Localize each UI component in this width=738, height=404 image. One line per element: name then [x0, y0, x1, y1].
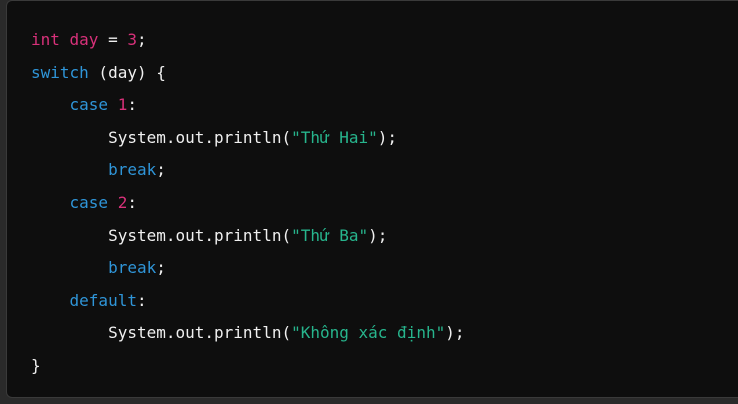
code-line-7: System.out.println("Thứ Ba");: [31, 220, 464, 253]
string-literal: "Thứ Hai": [291, 127, 378, 147]
semicolon: ;: [156, 258, 166, 278]
code-line-6: case 2:: [31, 187, 464, 220]
string-literal: "Thứ Ba": [291, 225, 369, 245]
break-keyword: break: [108, 258, 157, 278]
number-literal: 2: [117, 192, 128, 212]
call-end: );: [445, 323, 465, 343]
operator: =: [108, 30, 118, 49]
code-line-10: System.out.println("Không xác định");: [31, 317, 464, 350]
code-line-3: case 1:: [31, 89, 464, 122]
colon: :: [127, 192, 137, 212]
string-literal: "Không xác định": [291, 323, 446, 343]
semicolon: ;: [137, 30, 147, 49]
call-end: );: [368, 225, 388, 245]
method-call: System.out.println(: [108, 127, 292, 147]
number-literal: 1: [117, 95, 128, 115]
code-block: int day = 3; switch (day) { case 1: Syst…: [6, 0, 738, 398]
variable-name: day: [59, 30, 109, 49]
closing-brace: }: [31, 355, 41, 375]
code-line-11: }: [31, 350, 464, 383]
break-keyword: break: [108, 160, 157, 180]
code-line-8: break;: [31, 252, 464, 285]
default-keyword: default: [69, 290, 137, 310]
type-keyword: int: [31, 30, 60, 49]
switch-expression: (day) {: [88, 62, 166, 82]
code-line-4: System.out.println("Thứ Hai");: [31, 122, 464, 155]
number-literal: 3: [127, 30, 137, 49]
code-line-2: switch (day) {: [31, 57, 464, 90]
colon: :: [127, 95, 137, 115]
method-call: System.out.println(: [108, 225, 292, 245]
colon: :: [136, 290, 147, 310]
call-end: );: [377, 127, 398, 147]
method-call: System.out.println(: [108, 323, 292, 343]
code-line-5: break;: [31, 154, 464, 187]
case-keyword: case: [69, 192, 109, 212]
semicolon: ;: [156, 160, 166, 180]
switch-keyword: switch: [31, 62, 89, 82]
case-keyword: case: [69, 95, 109, 115]
code-line-9: default:: [31, 285, 464, 318]
code-line-1: int day = 3;: [31, 24, 464, 57]
code-content: int day = 3; switch (day) { case 1: Syst…: [31, 24, 464, 383]
